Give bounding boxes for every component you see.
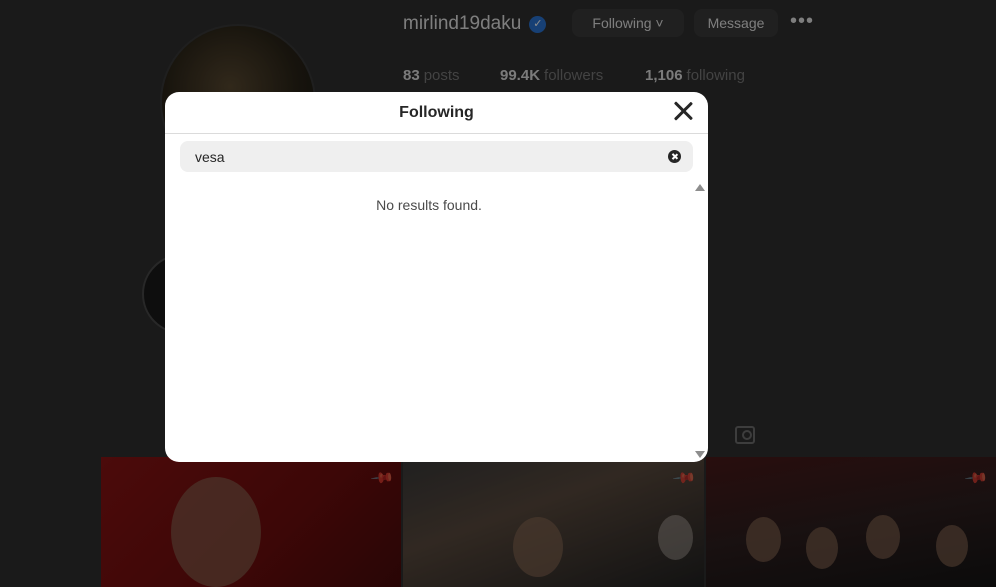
close-icon[interactable] <box>672 100 694 122</box>
following-dialog: Following No results found. <box>165 92 708 462</box>
scrollbar[interactable] <box>694 184 706 458</box>
scroll-down-arrow-icon[interactable] <box>695 451 705 458</box>
search-box <box>180 141 693 172</box>
search-input[interactable] <box>180 141 668 172</box>
dialog-title: Following <box>399 103 474 121</box>
dialog-header: Following <box>165 92 708 134</box>
no-results-message: No results found. <box>376 197 482 213</box>
clear-search-icon[interactable] <box>668 150 681 163</box>
scroll-up-arrow-icon[interactable] <box>695 184 705 191</box>
results-list: No results found. <box>165 184 693 215</box>
